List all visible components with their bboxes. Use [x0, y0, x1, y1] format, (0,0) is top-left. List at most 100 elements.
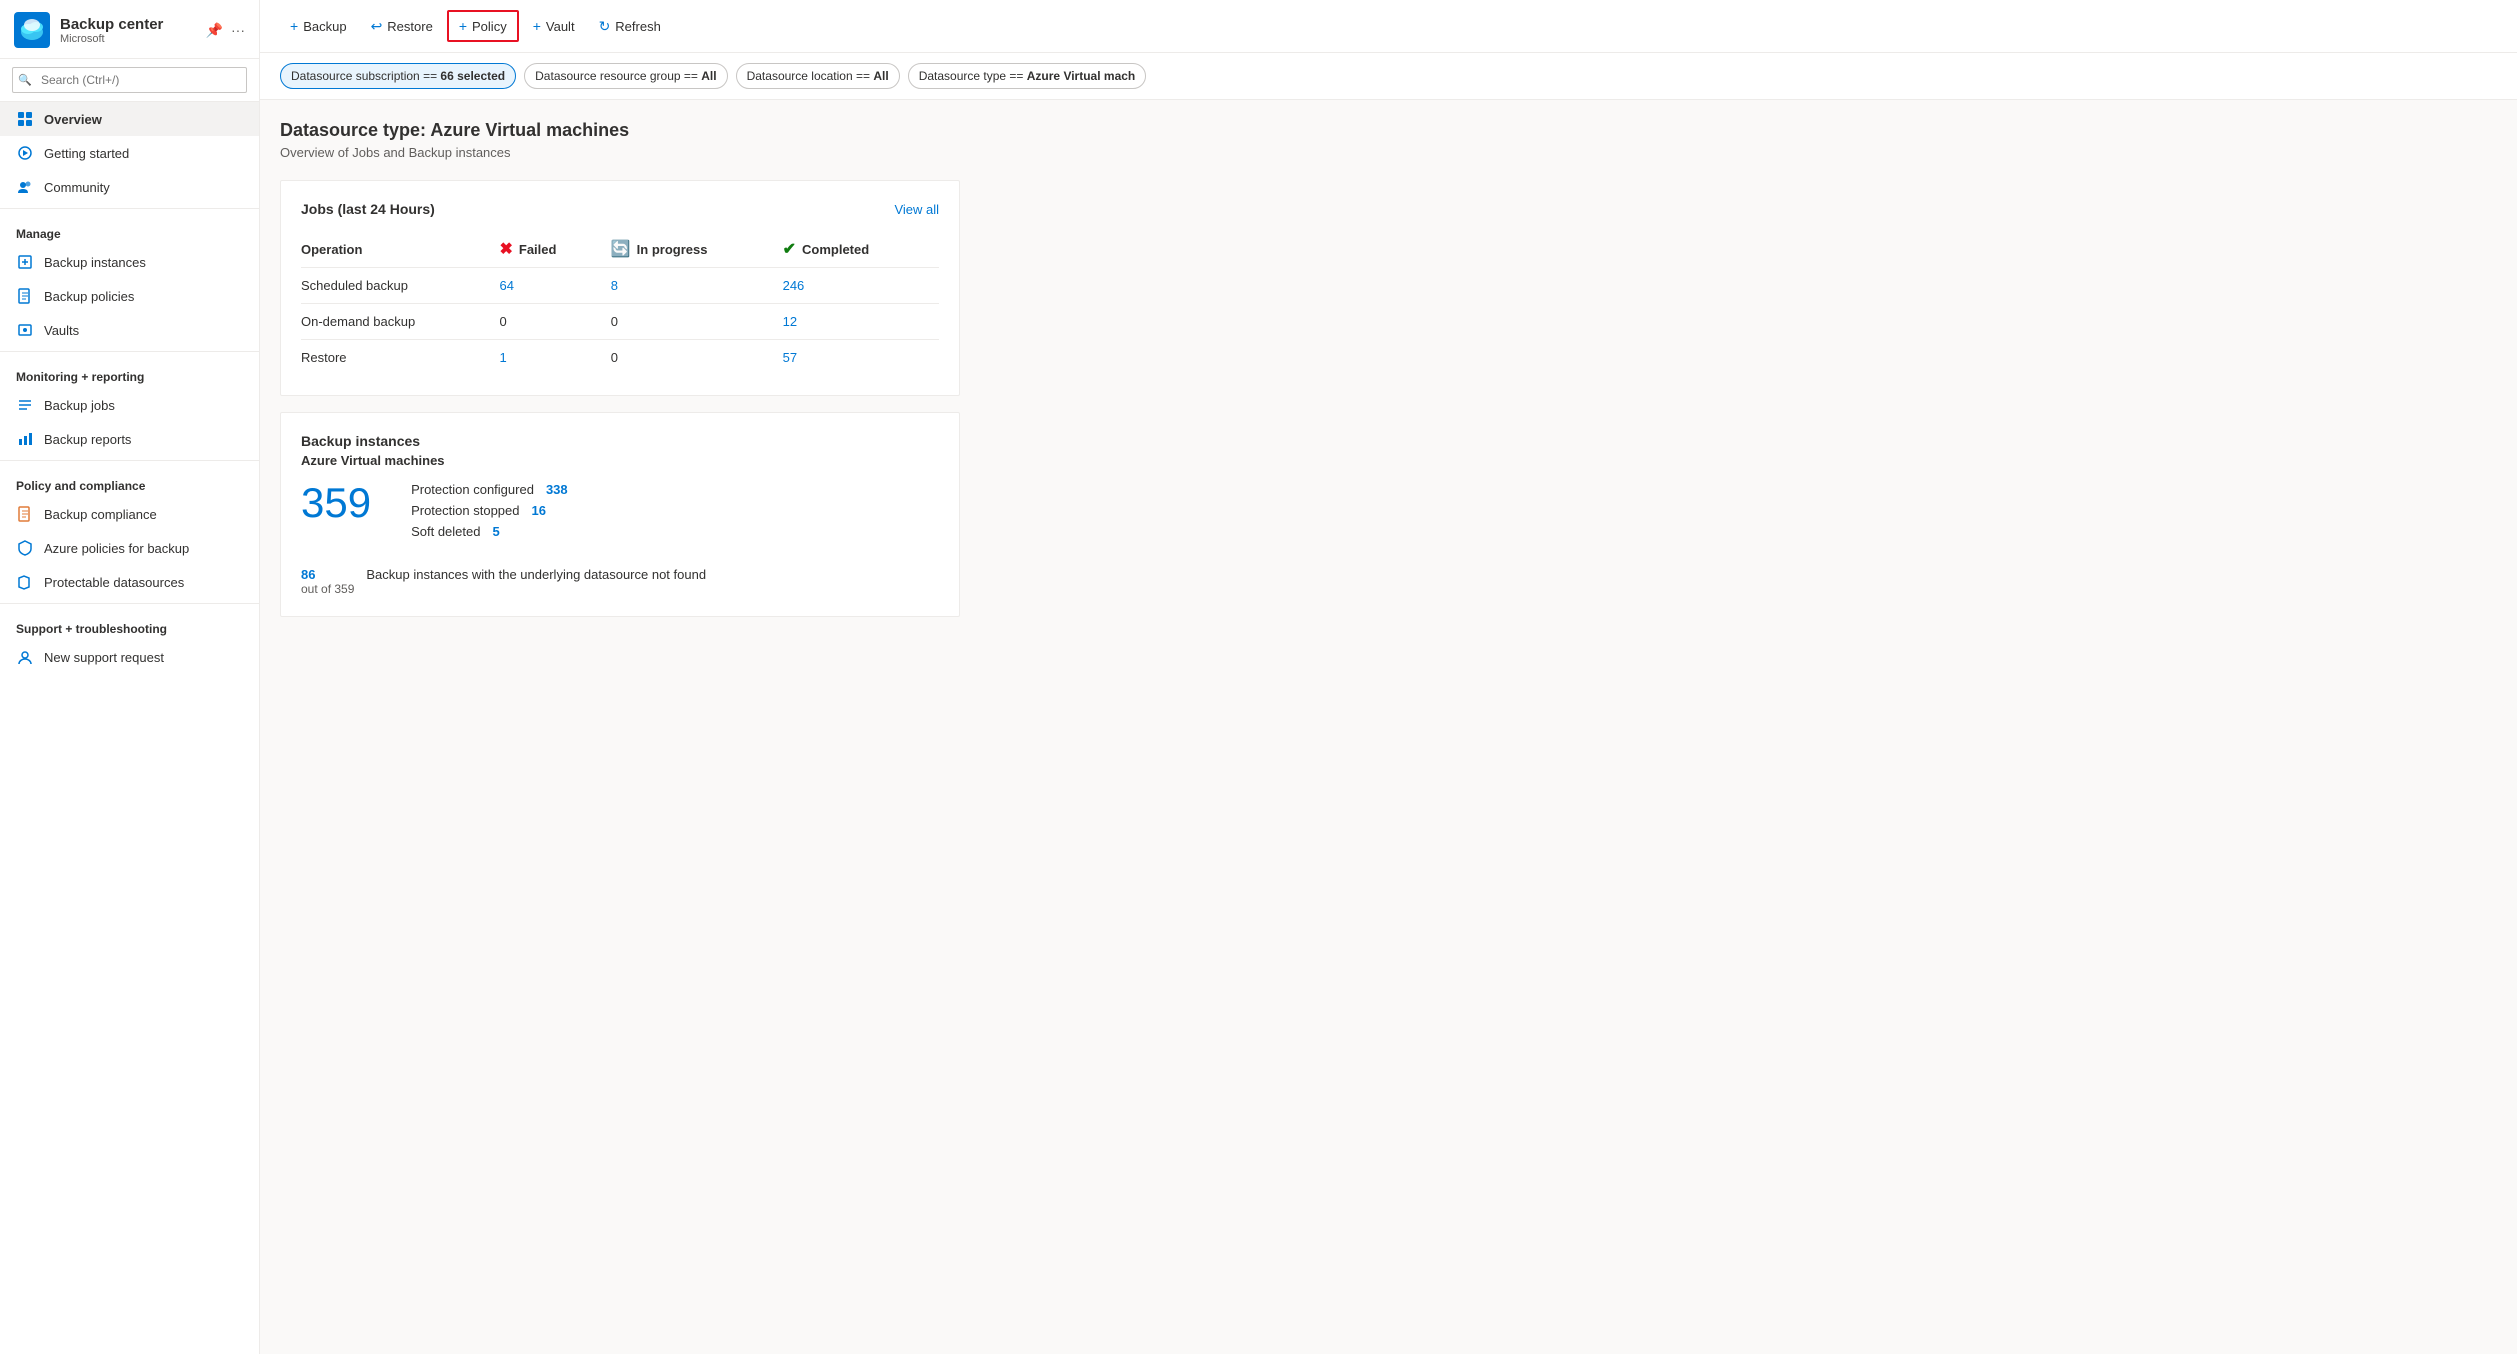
col-operation: Operation: [301, 231, 499, 268]
more-icon[interactable]: ···: [231, 22, 245, 39]
completed-value[interactable]: 12: [783, 314, 797, 329]
sidebar: Backup center Microsoft 📌 ··· Overview G…: [0, 0, 260, 1354]
app-title: Backup center: [60, 16, 163, 33]
row-operation: Restore: [301, 340, 499, 376]
refresh-icon: ↻: [599, 18, 611, 35]
table-row: On-demand backup 0 0 12: [301, 304, 939, 340]
sidebar-item-label: Backup compliance: [44, 507, 157, 522]
row-completed: 246: [783, 268, 939, 304]
filter-subscription-label: Datasource subscription == 66 selected: [291, 69, 505, 83]
restore-button-label: Restore: [387, 19, 433, 34]
stat-value[interactable]: 338: [546, 482, 568, 497]
sidebar-item-backup-instances[interactable]: Backup instances: [0, 245, 259, 279]
refresh-button[interactable]: ↻ Refresh: [589, 12, 671, 41]
stat-label: Protection stopped: [411, 503, 519, 518]
col-completed: ✔ Completed: [783, 231, 939, 268]
divider-monitoring: [0, 351, 259, 352]
protectable-datasources-icon: [16, 573, 34, 591]
progress-value[interactable]: 8: [611, 278, 618, 293]
sidebar-item-backup-jobs[interactable]: Backup jobs: [0, 388, 259, 422]
filter-location[interactable]: Datasource location == All: [736, 63, 900, 89]
filter-type[interactable]: Datasource type == Azure Virtual mach: [908, 63, 1147, 89]
vault-button-label: Vault: [546, 19, 575, 34]
divider-manage: [0, 208, 259, 209]
stat-row-deleted: Soft deleted 5: [411, 524, 568, 539]
row-completed: 12: [783, 304, 939, 340]
filter-resource-group-label: Datasource resource group == All: [535, 69, 716, 83]
app-logo: [14, 12, 50, 48]
search-input[interactable]: [12, 67, 247, 93]
backup-instances-title: Backup instances: [301, 433, 939, 449]
completed-value[interactable]: 57: [783, 350, 797, 365]
row-operation: On-demand backup: [301, 304, 499, 340]
failed-value[interactable]: 64: [499, 278, 513, 293]
row-operation: Scheduled backup: [301, 268, 499, 304]
failed-status-icon: ✖: [499, 239, 512, 259]
sidebar-item-community[interactable]: Community: [0, 170, 259, 204]
row-in-progress: 0: [611, 304, 783, 340]
stat-row-configured: Protection configured 338: [411, 482, 568, 497]
filter-bar: Datasource subscription == 66 selected D…: [260, 53, 2517, 100]
stat-row-stopped: Protection stopped 16: [411, 503, 568, 518]
backup-instances-card: Backup instances Azure Virtual machines …: [280, 412, 960, 617]
page-subtitle: Overview of Jobs and Backup instances: [280, 145, 2497, 160]
policy-button[interactable]: + Policy: [447, 10, 519, 42]
sidebar-item-label: New support request: [44, 650, 164, 665]
sidebar-item-label: Backup instances: [44, 255, 146, 270]
footnote-count[interactable]: 86: [301, 567, 354, 582]
community-icon: [16, 178, 34, 196]
backup-instances-footnote: 86 out of 359 Backup instances with the …: [301, 553, 939, 596]
sidebar-item-label: Backup jobs: [44, 398, 115, 413]
sidebar-item-label: Backup reports: [44, 432, 131, 447]
content-area: Datasource type: Azure Virtual machines …: [260, 100, 2517, 1354]
sidebar-item-vaults[interactable]: Vaults: [0, 313, 259, 347]
restore-button[interactable]: ↩ Restore: [361, 12, 443, 41]
manage-section-label: Manage: [0, 213, 259, 245]
view-all-link[interactable]: View all: [894, 202, 939, 217]
jobs-card-title: Jobs (last 24 Hours) View all: [301, 201, 939, 217]
col-failed: ✖ Failed: [499, 231, 610, 268]
stat-label: Soft deleted: [411, 524, 480, 539]
sidebar-item-overview[interactable]: Overview: [0, 102, 259, 136]
sidebar-header: Backup center Microsoft 📌 ···: [0, 0, 259, 59]
sidebar-item-label: Vaults: [44, 323, 79, 338]
backup-instances-count[interactable]: 359: [301, 482, 371, 524]
row-failed: 1: [499, 340, 610, 376]
azure-policies-icon: [16, 539, 34, 557]
search-container: [0, 59, 259, 102]
pin-icon[interactable]: 📌: [206, 22, 223, 39]
completed-value[interactable]: 246: [783, 278, 805, 293]
backup-button[interactable]: + Backup: [280, 12, 357, 40]
stat-value[interactable]: 5: [492, 524, 499, 539]
sidebar-item-new-support[interactable]: New support request: [0, 640, 259, 674]
progress-value: 0: [611, 314, 618, 329]
sidebar-item-label: Community: [44, 180, 110, 195]
footnote-outof: out of 359: [301, 582, 354, 596]
jobs-title-text: Jobs (last 24 Hours): [301, 201, 435, 217]
toolbar: + Backup ↩ Restore + Policy + Vault ↻ Re…: [260, 0, 2517, 53]
jobs-table: Operation ✖ Failed 🔄 In progress: [301, 231, 939, 375]
page-title: Datasource type: Azure Virtual machines: [280, 120, 2497, 141]
app-subtitle: Microsoft: [60, 33, 163, 45]
sidebar-item-backup-compliance[interactable]: Backup compliance: [0, 497, 259, 531]
sidebar-item-backup-reports[interactable]: Backup reports: [0, 422, 259, 456]
backup-reports-icon: [16, 430, 34, 448]
sidebar-header-actions[interactable]: 📌 ···: [206, 22, 245, 39]
failed-value[interactable]: 1: [499, 350, 506, 365]
row-failed: 64: [499, 268, 610, 304]
sidebar-item-backup-policies[interactable]: Backup policies: [0, 279, 259, 313]
sidebar-item-protectable-datasources[interactable]: Protectable datasources: [0, 565, 259, 599]
footnote-desc: Backup instances with the underlying dat…: [366, 567, 706, 582]
stat-value[interactable]: 16: [531, 503, 545, 518]
sidebar-item-getting-started[interactable]: Getting started: [0, 136, 259, 170]
main-content-area: + Backup ↩ Restore + Policy + Vault ↻ Re…: [260, 0, 2517, 1354]
filter-resource-group[interactable]: Datasource resource group == All: [524, 63, 727, 89]
table-row: Restore 1 0 57: [301, 340, 939, 376]
sidebar-item-azure-policies[interactable]: Azure policies for backup: [0, 531, 259, 565]
sidebar-item-label: Protectable datasources: [44, 575, 184, 590]
filter-subscription[interactable]: Datasource subscription == 66 selected: [280, 63, 516, 89]
getting-started-icon: [16, 144, 34, 162]
vault-button[interactable]: + Vault: [523, 12, 585, 40]
row-in-progress: 0: [611, 340, 783, 376]
jobs-card: Jobs (last 24 Hours) View all Operation …: [280, 180, 960, 396]
